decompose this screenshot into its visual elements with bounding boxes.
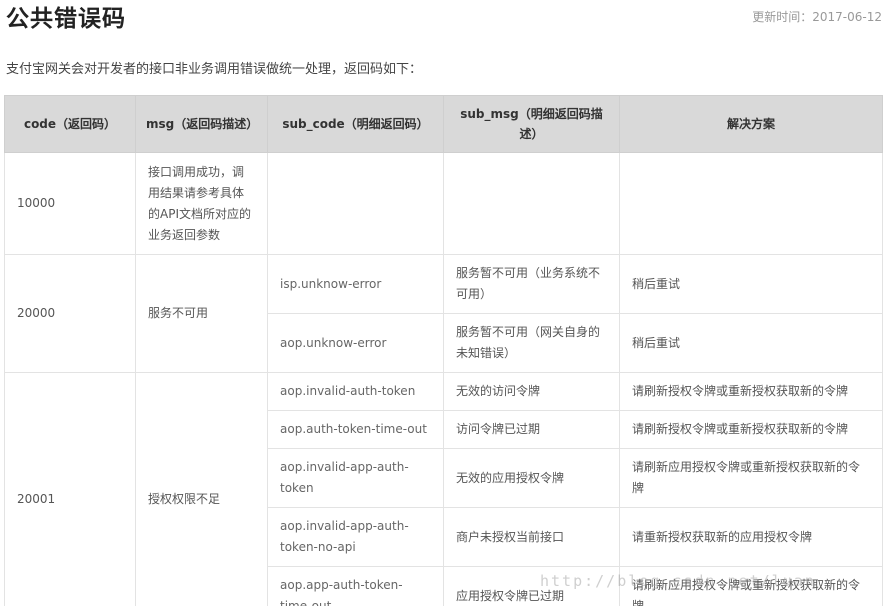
header-msg: msg（返回码描述） — [135, 95, 268, 153]
table-row: 10000 接口调用成功，调用结果请参考具体的API文档所对应的业务返回参数 — [4, 152, 883, 255]
sub-code-cell: isp.unknow-error — [267, 254, 444, 314]
solution-cell: 稍后重试 — [619, 313, 883, 373]
sub-msg-cell — [443, 152, 620, 255]
solution-cell: 稍后重试 — [619, 254, 883, 314]
msg-cell: 接口调用成功，调用结果请参考具体的API文档所对应的业务返回参数 — [135, 152, 268, 255]
header-code: code（返回码） — [4, 95, 136, 153]
sub-code-cell — [267, 152, 444, 255]
table-header-row: code（返回码） msg（返回码描述） sub_code（明细返回码） sub… — [4, 95, 883, 153]
table-row: 20000 服务不可用 isp.unknow-error 服务暂不可用（业务系统… — [4, 254, 883, 373]
solution-cell: 请刷新授权令牌或重新授权获取新的令牌 — [619, 372, 883, 411]
sub-code-cell: aop.invalid-app-auth-token-no-api — [267, 507, 444, 567]
sub-msg-cell: 无效的访问令牌 — [443, 372, 620, 411]
header-sub-msg: sub_msg（明细返回码描述） — [443, 95, 620, 153]
intro-text: 支付宝网关会对开发者的接口非业务调用错误做统一处理，返回码如下： — [6, 62, 423, 77]
solution-cell — [619, 152, 883, 255]
solution-cell: 请刷新应用授权令牌或重新授权获取新的令牌 — [619, 566, 883, 606]
page-title: 公共错误码 — [6, 6, 126, 32]
sub-msg-cell: 访问令牌已过期 — [443, 410, 620, 449]
sub-code-cell: aop.auth-token-time-out — [267, 410, 444, 449]
solution-cell: 请刷新授权令牌或重新授权获取新的令牌 — [619, 410, 883, 449]
code-cell: 10000 — [4, 152, 136, 255]
header-solution: 解决方案 — [619, 95, 883, 153]
sub-code-cell: aop.invalid-auth-token — [267, 372, 444, 411]
page: 公共错误码 更新时间：2017-06-12 支付宝网关会对开发者的接口非业务调用… — [0, 0, 888, 606]
code-cell: 20001 — [4, 372, 136, 606]
sub-code-cell: aop.app-auth-token-time-out — [267, 566, 444, 606]
error-code-table: code（返回码） msg（返回码描述） sub_code（明细返回码） sub… — [4, 95, 883, 606]
solution-cell: 请刷新应用授权令牌或重新授权获取新的令牌 — [619, 448, 883, 508]
code-cell: 20000 — [4, 254, 136, 373]
sub-msg-cell: 商户未授权当前接口 — [443, 507, 620, 567]
solution-cell: 请重新授权获取新的应用授权令牌 — [619, 507, 883, 567]
sub-msg-cell: 服务暂不可用（网关自身的未知错误） — [443, 313, 620, 373]
sub-msg-cell: 服务暂不可用（业务系统不可用） — [443, 254, 620, 314]
sub-code-cell: aop.invalid-app-auth-token — [267, 448, 444, 508]
msg-cell: 服务不可用 — [135, 254, 268, 373]
sub-code-cell: aop.unknow-error — [267, 313, 444, 373]
sub-msg-cell: 应用授权令牌已过期 — [443, 566, 620, 606]
msg-cell: 授权权限不足 — [135, 372, 268, 606]
table-row: 20001 授权权限不足 aop.invalid-auth-token 无效的访… — [4, 372, 883, 606]
update-time: 更新时间：2017-06-12 — [752, 10, 882, 24]
sub-msg-cell: 无效的应用授权令牌 — [443, 448, 620, 508]
header-sub-code: sub_code（明细返回码） — [267, 95, 444, 153]
